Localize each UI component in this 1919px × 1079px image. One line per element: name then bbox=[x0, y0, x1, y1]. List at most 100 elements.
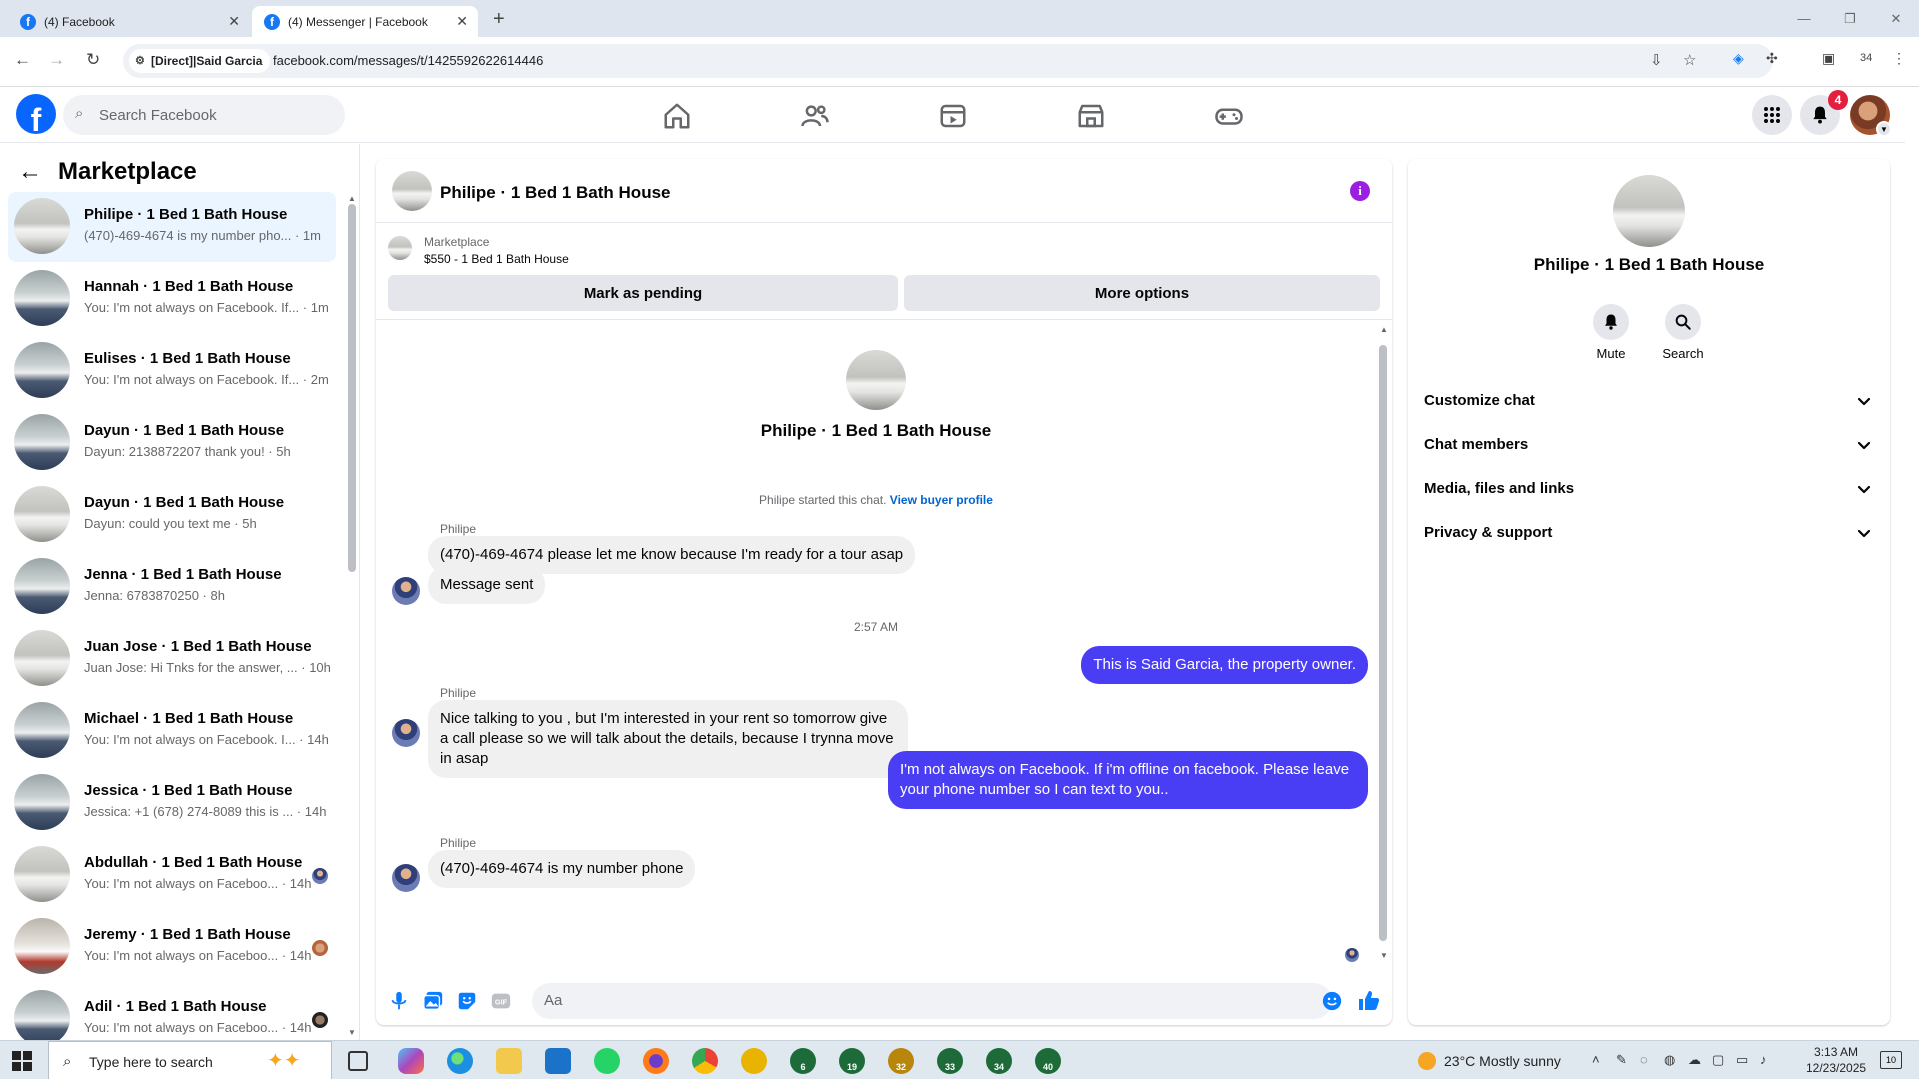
cloud-icon[interactable]: ☁ bbox=[1688, 1052, 1701, 1068]
minimize-icon[interactable]: — bbox=[1781, 0, 1827, 37]
tray-app-icon[interactable]: ◌ bbox=[1640, 1052, 1648, 1067]
sticker-icon[interactable] bbox=[456, 990, 478, 1012]
network-icon[interactable]: ▭ bbox=[1736, 1052, 1748, 1068]
gaming-icon[interactable] bbox=[1214, 101, 1244, 131]
home-icon[interactable] bbox=[662, 101, 692, 131]
close-window-icon[interactable]: ✕ bbox=[1873, 0, 1919, 37]
new-tab-button[interactable]: + bbox=[493, 8, 505, 31]
file-explorer-icon[interactable] bbox=[496, 1048, 522, 1074]
sender-avatar[interactable] bbox=[392, 864, 420, 892]
forward-arrow-icon[interactable]: → bbox=[48, 50, 65, 70]
copilot-icon[interactable] bbox=[398, 1048, 424, 1074]
reload-icon[interactable]: ↻ bbox=[86, 50, 100, 70]
privacy-support-row[interactable]: Privacy & support bbox=[1416, 511, 1882, 555]
conversation-item[interactable]: Jeremy · 1 Bed 1 Bath House You: I'm not… bbox=[8, 912, 336, 982]
pinned-app-icon[interactable]: 19 bbox=[839, 1048, 865, 1074]
more-options-button[interactable]: More options bbox=[904, 275, 1380, 311]
extension-icon[interactable]: ◈ bbox=[1733, 50, 1744, 67]
install-app-icon[interactable]: ⇩ bbox=[1650, 51, 1663, 69]
back-arrow-icon[interactable]: ← bbox=[14, 50, 31, 70]
conversation-item[interactable]: Abdullah · 1 Bed 1 Bath House You: I'm n… bbox=[8, 840, 336, 910]
bookmark-star-icon[interactable]: ☆ bbox=[1683, 51, 1696, 69]
scroll-down-arrow-icon[interactable]: ▼ bbox=[1380, 951, 1388, 960]
friends-icon[interactable] bbox=[800, 101, 830, 131]
conversation-item[interactable]: Philipe · 1 Bed 1 Bath House (470)-469-4… bbox=[8, 192, 336, 262]
windows-start-icon[interactable] bbox=[12, 1051, 32, 1071]
thumbs-up-icon[interactable] bbox=[1357, 989, 1381, 1013]
sender-avatar[interactable] bbox=[392, 719, 420, 747]
edge-icon[interactable] bbox=[447, 1048, 473, 1074]
restore-icon[interactable]: ❐ bbox=[1827, 0, 1873, 37]
scroll-up-arrow-icon[interactable]: ▲ bbox=[348, 194, 356, 203]
system-clock[interactable]: 3:13 AM 12/23/2025 bbox=[1806, 1044, 1866, 1076]
incoming-message[interactable]: Message sent bbox=[428, 566, 546, 604]
app-icon[interactable] bbox=[741, 1048, 767, 1074]
sender-avatar[interactable] bbox=[392, 577, 420, 605]
marketplace-icon[interactable] bbox=[1076, 101, 1106, 131]
conversation-item[interactable]: Jenna · 1 Bed 1 Bath House Jenna: 678387… bbox=[8, 552, 336, 622]
chat-title[interactable]: Philipe · 1 Bed 1 Bath House bbox=[440, 183, 671, 203]
photo-icon[interactable] bbox=[422, 990, 444, 1012]
conversation-item[interactable]: Adil · 1 Bed 1 Bath House You: I'm not a… bbox=[8, 984, 336, 1040]
back-arrow-icon[interactable]: ← bbox=[18, 158, 42, 186]
conversation-item[interactable]: Juan Jose · 1 Bed 1 Bath House Juan Jose… bbox=[8, 624, 336, 694]
notification-center-icon[interactable]: 10 bbox=[1880, 1051, 1902, 1069]
page-scrollbar[interactable] bbox=[1905, 88, 1919, 1040]
video-icon[interactable] bbox=[938, 101, 968, 131]
contact-avatar[interactable] bbox=[1613, 175, 1685, 247]
facebook-logo-icon[interactable]: f bbox=[16, 94, 56, 134]
microphone-icon[interactable] bbox=[388, 990, 410, 1012]
view-buyer-profile-link[interactable]: View buyer profile bbox=[890, 493, 993, 507]
chevron-up-icon[interactable]: ˄ bbox=[1592, 1052, 1600, 1067]
media-files-links-row[interactable]: Media, files and links bbox=[1416, 467, 1882, 511]
gif-icon[interactable]: GIF bbox=[490, 990, 512, 1012]
listing-thumbnail[interactable] bbox=[388, 236, 412, 260]
mute-button[interactable]: Mute bbox=[1581, 304, 1641, 361]
customize-chat-row[interactable]: Customize chat bbox=[1416, 379, 1882, 423]
scroll-down-arrow-icon[interactable]: ▼ bbox=[348, 1028, 356, 1037]
chat-scrollbar[interactable] bbox=[1379, 345, 1387, 941]
outlook-icon[interactable] bbox=[545, 1048, 571, 1074]
pinned-app-icon[interactable]: 40 bbox=[1035, 1048, 1061, 1074]
info-icon[interactable]: i bbox=[1350, 181, 1370, 201]
extension-count-badge[interactable]: 34 bbox=[1860, 52, 1872, 64]
weather-widget[interactable]: 23°C Mostly sunny bbox=[1418, 1052, 1561, 1070]
taskbar-search-input[interactable]: ⌕ Type here to search ✦✦ bbox=[48, 1041, 332, 1079]
firefox-icon[interactable] bbox=[643, 1048, 669, 1074]
outgoing-message[interactable]: I'm not always on Facebook. If i'm offli… bbox=[888, 751, 1368, 809]
listing-price[interactable]: $550 - 1 Bed 1 Bath House bbox=[424, 252, 569, 266]
side-panel-icon[interactable]: ▣ bbox=[1822, 50, 1835, 67]
close-tab-icon[interactable]: ✕ bbox=[456, 13, 468, 30]
conversation-item[interactable]: Hannah · 1 Bed 1 Bath House You: I'm not… bbox=[8, 264, 336, 334]
outgoing-message[interactable]: This is Said Garcia, the property owner. bbox=[1081, 646, 1368, 684]
browser-menu-icon[interactable]: ⋮ bbox=[1892, 50, 1906, 67]
pinned-app-icon[interactable]: 32 bbox=[888, 1048, 914, 1074]
mark-as-pending-button[interactable]: Mark as pending bbox=[388, 275, 898, 311]
teams-icon[interactable]: ◍ bbox=[1664, 1052, 1675, 1068]
incoming-message[interactable]: Nice talking to you , but I'm interested… bbox=[428, 700, 908, 778]
browser-tab-messenger[interactable]: f (4) Messenger | Facebook ✕ bbox=[252, 6, 478, 37]
search-in-chat-button[interactable]: Search bbox=[1653, 304, 1713, 361]
conversation-item[interactable]: Dayun · 1 Bed 1 Bath House Dayun: 213887… bbox=[8, 408, 336, 478]
conversation-item[interactable]: Dayun · 1 Bed 1 Bath House Dayun: could … bbox=[8, 480, 336, 550]
pinned-app-icon[interactable]: 33 bbox=[937, 1048, 963, 1074]
chat-members-row[interactable]: Chat members bbox=[1416, 423, 1882, 467]
chrome-icon[interactable] bbox=[692, 1048, 718, 1074]
sidebar-scrollbar[interactable] bbox=[348, 204, 356, 572]
conversation-item[interactable]: Eulises · 1 Bed 1 Bath House You: I'm no… bbox=[8, 336, 336, 406]
pinned-app-icon[interactable]: 34 bbox=[986, 1048, 1012, 1074]
whatsapp-icon[interactable] bbox=[594, 1048, 620, 1074]
close-tab-icon[interactable]: ✕ bbox=[228, 13, 240, 30]
thread-avatar[interactable] bbox=[846, 350, 906, 410]
facebook-search-input[interactable]: ⌕ Search Facebook bbox=[63, 95, 345, 135]
address-bar[interactable]: ⚙ [Direct]|Said Garcia facebook.com/mess… bbox=[123, 44, 1773, 78]
message-input[interactable]: Aa bbox=[532, 983, 1332, 1019]
incoming-message[interactable]: (470)-469-4674 is my number phone bbox=[428, 850, 696, 888]
task-view-icon[interactable] bbox=[348, 1051, 368, 1071]
extensions-puzzle-icon[interactable]: ✣ bbox=[1766, 50, 1778, 67]
emoji-icon[interactable] bbox=[1322, 991, 1342, 1011]
menu-grid-button[interactable] bbox=[1752, 95, 1792, 135]
pen-icon[interactable]: ✎ bbox=[1616, 1052, 1627, 1068]
chat-avatar[interactable] bbox=[392, 171, 432, 211]
conversation-item[interactable]: Jessica · 1 Bed 1 Bath House Jessica: +1… bbox=[8, 768, 336, 838]
